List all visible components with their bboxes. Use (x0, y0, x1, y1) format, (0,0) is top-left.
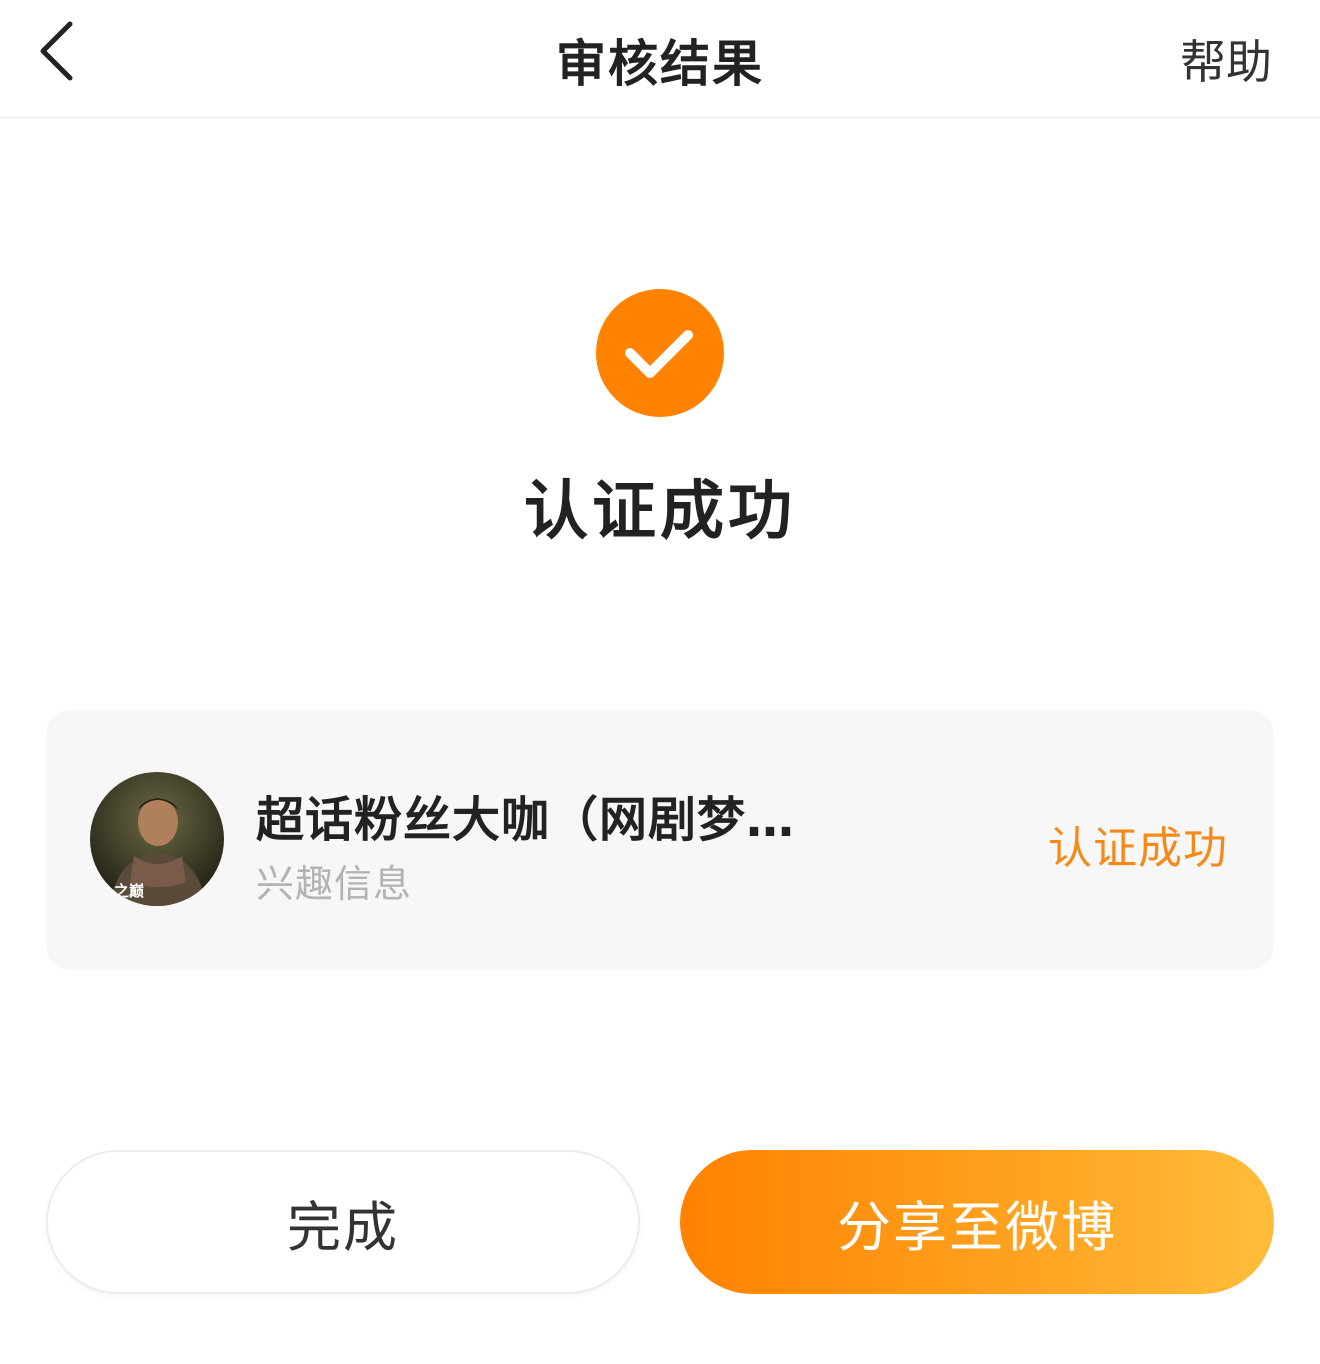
certification-card[interactable]: 之巅 超话粉丝大咖（网剧梦… 兴趣信息 认证成功 (46, 710, 1274, 970)
done-button[interactable]: 完成 (46, 1150, 640, 1294)
help-button[interactable]: 帮助 (1180, 26, 1272, 92)
page: 审核结果 帮助 认证成功 之巅 超话粉丝大咖（网剧梦… 兴趣信息 认证成功 完成… (0, 0, 1320, 1364)
result-title: 认证成功 (524, 475, 796, 549)
avatar: 之巅 (90, 772, 224, 906)
status-badge: 认证成功 (1048, 823, 1228, 874)
card-title: 超话粉丝大咖（网剧梦… (256, 792, 796, 848)
share-to-weibo-button[interactable]: 分享至微博 (680, 1150, 1274, 1294)
success-check-icon (596, 289, 724, 417)
header-bar: 审核结果 帮助 (0, 0, 1320, 118)
card-subtitle: 兴趣信息 (256, 862, 413, 906)
page-title: 审核结果 (556, 35, 764, 93)
avatar-caption: 之巅 (114, 882, 144, 900)
